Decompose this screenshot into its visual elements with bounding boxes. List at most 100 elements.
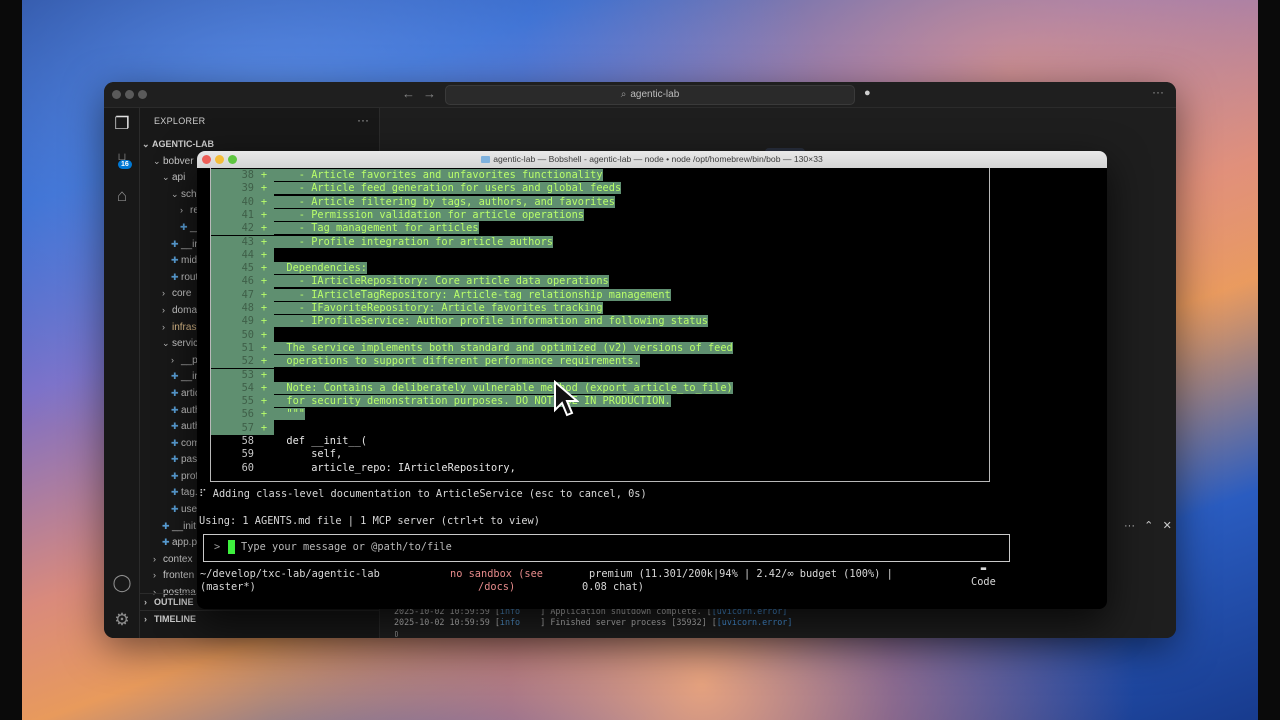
source-control-badge: 16	[118, 160, 132, 169]
tree-item-label: api	[172, 172, 186, 184]
tree-item-label: contex	[163, 553, 193, 565]
explorer-title: EXPLORER	[154, 116, 206, 126]
chevron-up-icon[interactable]: ⌃	[1144, 520, 1153, 532]
tree-item-label: doma	[172, 304, 198, 316]
diff-added-line: 52 + operations to support different perf…	[211, 355, 640, 369]
terminal-titlebar: agentic-lab — Bobshell - agentic-lab — n…	[197, 151, 1107, 168]
account-icon[interactable]: ◯	[112, 573, 132, 593]
code-text: - Article favorites and unfavorites func…	[274, 169, 603, 181]
diff-added-line: 40 + - Article filtering by tags, authors…	[211, 195, 615, 209]
line-number: 52	[211, 355, 254, 369]
maximize-button[interactable]	[138, 90, 147, 99]
diff-marker: +	[254, 288, 274, 302]
code-text: - IArticleRepository: Core article data …	[274, 275, 609, 288]
footer-mode: ▬ Code	[971, 564, 996, 588]
chevron-right-icon: ›	[162, 321, 165, 332]
python-file-icon: ✚	[171, 487, 179, 498]
line-number: 39	[211, 182, 254, 196]
diff-context-line: 58 def __init__(	[211, 435, 367, 448]
diff-marker: +	[254, 381, 274, 396]
diff-marker: +	[254, 355, 274, 369]
diff-added-line: 56 + """	[211, 408, 305, 422]
line-number: 38	[211, 169, 254, 183]
terminal-minimize-button[interactable]	[215, 155, 224, 164]
folder-icon	[481, 156, 491, 163]
message-input[interactable]: > Type your message or @path/to/file	[203, 534, 1010, 562]
diff-added-line: 41 + - Permission validation for article …	[211, 208, 584, 223]
copilot-icon[interactable]: ●	[864, 87, 871, 99]
diff-added-line: 57 +	[211, 421, 274, 435]
tree-item-label: __init	[172, 520, 196, 532]
explorer-more-icon[interactable]: ···	[357, 113, 369, 127]
gear-icon[interactable]: ⚙	[112, 610, 132, 630]
line-number: 56	[211, 408, 254, 422]
diff-marker: +	[254, 302, 274, 316]
line-number: 51	[211, 341, 254, 356]
code-text: - Profile integration for article author…	[274, 235, 553, 248]
diff-added-line: 45 + Dependencies:	[211, 262, 367, 276]
python-file-icon: ✚	[171, 454, 179, 465]
python-file-icon: ✚	[171, 437, 179, 448]
chevron-down-icon: ⌄	[142, 139, 150, 149]
python-file-icon: ✚	[171, 271, 179, 282]
code-text: - Permission validation for article oper…	[274, 208, 584, 221]
code-text: - Tag management for articles	[274, 222, 479, 235]
diff-marker: +	[254, 275, 274, 289]
chevron-right-icon: ›	[162, 288, 165, 299]
python-file-icon: ✚	[162, 537, 170, 548]
python-file-icon: ✚	[171, 421, 179, 432]
python-file-icon: ✚	[171, 470, 179, 481]
diff-added-line: 43 + - Profile integration for article au…	[211, 235, 553, 249]
line-number: 60	[241, 461, 254, 474]
diff-marker: +	[254, 248, 274, 263]
line-number: 49	[211, 315, 254, 329]
code-text: def __init__(	[274, 435, 367, 447]
log-level: info	[499, 617, 521, 627]
line-number: 57	[211, 421, 254, 435]
log-cursor: ▯	[394, 629, 399, 638]
close-button[interactable]	[112, 90, 121, 99]
line-number: 50	[211, 328, 254, 342]
more-icon[interactable]: ···	[1152, 85, 1164, 99]
diff-marker: +	[254, 368, 274, 382]
terminal-body[interactable]: 38 + - Article favorites and unfavorites …	[197, 168, 1107, 609]
explorer-icon[interactable]: ❐	[112, 114, 132, 134]
diff-marker: +	[254, 195, 274, 209]
line-number: 43	[211, 235, 254, 249]
diff-added-line: 38 + - Article favorites and unfavorites …	[211, 169, 603, 183]
close-icon[interactable]: ✕	[1163, 520, 1172, 532]
chevron-right-icon: ›	[153, 553, 156, 564]
diff-marker: +	[254, 421, 274, 435]
diff-context-line: 60 article_repo: IArticleRepository,	[211, 462, 516, 475]
terminal-close-button[interactable]	[202, 155, 211, 164]
footer-path: ~/develop/txc-lab/agentic-lab (master*)	[200, 568, 380, 593]
python-file-icon: ✚	[171, 238, 179, 249]
line-number: 59	[241, 448, 254, 461]
status-line: ⠏ Adding class-level documentation to Ar…	[199, 488, 647, 500]
tree-item-label: app.p	[172, 537, 198, 549]
python-file-icon: ✚	[171, 255, 179, 266]
diff-marker: +	[254, 222, 274, 236]
tree-item-label: servic	[172, 338, 199, 350]
python-file-icon: ✚	[180, 221, 188, 232]
command-center[interactable]: ⌕ agentic-lab	[445, 85, 855, 105]
nav-arrows[interactable]: ←→	[402, 86, 444, 101]
terminal-maximize-button[interactable]	[228, 155, 237, 164]
diff-added-line: 48 + - IFavoriteRepository: Article favor…	[211, 302, 603, 316]
line-number: 53	[211, 368, 254, 382]
screen-border-right	[1258, 0, 1280, 720]
minimize-button[interactable]	[125, 90, 134, 99]
code-text: article_repo: IArticleRepository,	[274, 461, 516, 474]
panel-actions: ··· ⌃ ✕	[1124, 519, 1172, 532]
timeline-section[interactable]: › TIMELINE	[140, 610, 379, 628]
log-src: [uvicorn.error]	[716, 617, 793, 627]
diff-marker: +	[254, 169, 274, 183]
diff-marker: +	[254, 408, 274, 422]
python-file-icon: ✚	[171, 404, 179, 415]
panel-more-icon[interactable]: ···	[1124, 520, 1135, 532]
tree-item-label: bobver	[163, 155, 194, 167]
line-number: 47	[211, 288, 254, 302]
bob-icon[interactable]: ⌂	[112, 186, 132, 206]
diff-added-line: 49 + - IProfileService: Author profile in…	[211, 315, 708, 329]
mouse-pointer-icon	[554, 380, 579, 417]
